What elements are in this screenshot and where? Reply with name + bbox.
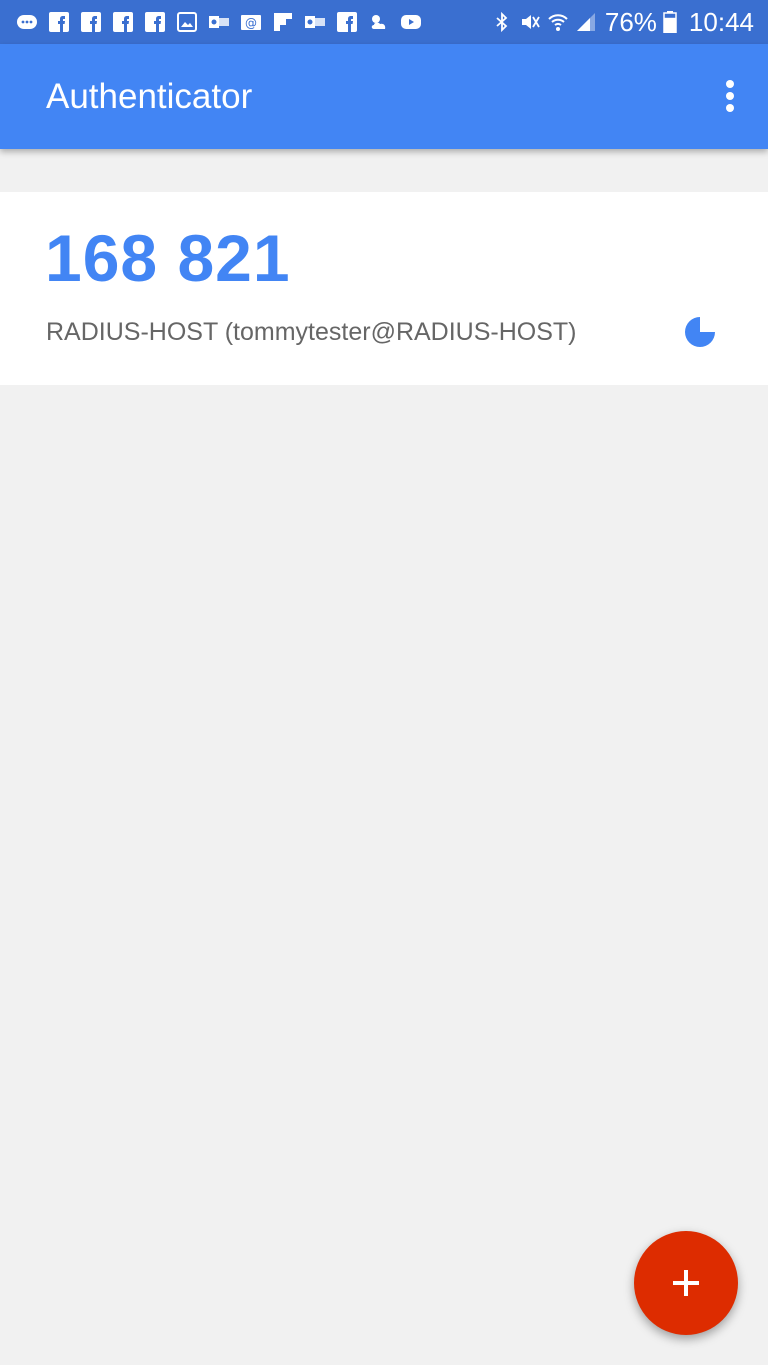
account-card[interactable]: 168 821 RADIUS-HOST (tommytester@RADIUS-… <box>0 192 768 385</box>
signal-icon <box>576 13 595 31</box>
svg-text:@: @ <box>245 16 257 30</box>
battery-icon <box>663 11 677 33</box>
flipboard-icon <box>274 13 292 31</box>
system-icons: 76% 10:44 <box>491 0 754 44</box>
image-icon <box>177 12 197 32</box>
add-account-button[interactable] <box>634 1231 738 1335</box>
app-title: Authenticator <box>46 77 253 116</box>
youtube-icon <box>401 15 421 29</box>
status-bar: @ 76% 10:44 <box>0 0 768 44</box>
clock: 10:44 <box>688 7 754 37</box>
more-vert-icon[interactable] <box>714 74 746 118</box>
weather-icon <box>371 15 386 29</box>
notification-icons: @ <box>16 11 422 33</box>
account-label: RADIUS-HOST (tommytester@RADIUS-HOST) <box>46 318 577 346</box>
outlook-icon <box>305 16 325 28</box>
bluetooth-icon <box>496 11 508 33</box>
messenger-icon <box>17 15 37 29</box>
app-bar: Authenticator <box>0 44 768 149</box>
screen: @ 76% 10:44 Authenticator 168 821 RADIUS… <box>0 0 768 1365</box>
mute-icon <box>521 15 540 29</box>
facebook-icon <box>145 12 165 32</box>
outlook-icon <box>209 16 229 28</box>
facebook-icon <box>337 12 357 32</box>
email-icon: @ <box>241 15 261 30</box>
countdown-pie-icon <box>685 317 715 347</box>
wifi-icon <box>548 14 568 31</box>
add-icon <box>673 1270 699 1296</box>
facebook-icon <box>113 12 133 32</box>
otp-code[interactable]: 168 821 <box>45 222 291 294</box>
facebook-icon <box>49 12 69 32</box>
battery-percent: 76% <box>604 7 657 37</box>
facebook-icon <box>81 12 101 32</box>
